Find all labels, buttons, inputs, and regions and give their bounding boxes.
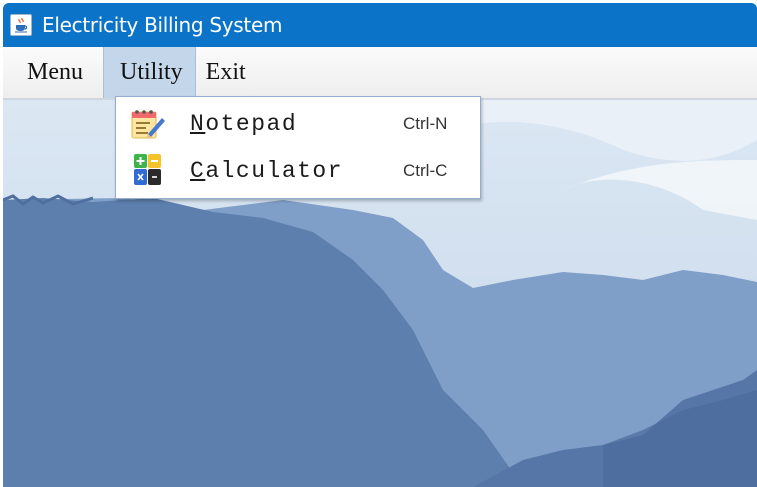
menu-bar: Menu Utility Exit — [3, 47, 757, 99]
menu-item-notepad[interactable]: Notepad Ctrl-N — [116, 101, 480, 147]
window-title: Electricity Billing System — [42, 13, 283, 37]
notepad-label-rest: otepad — [205, 111, 298, 137]
title-bar[interactable]: Electricity Billing System — [3, 3, 757, 47]
utility-dropdown-menu: Notepad Ctrl-N Calculator Ctrl-C — [115, 96, 481, 199]
notepad-mnemonic: N — [190, 111, 206, 137]
menu-exit[interactable]: Exit — [196, 47, 256, 98]
menu-item-notepad-label: Notepad — [190, 111, 297, 137]
calculator-icon — [126, 151, 166, 191]
notepad-shortcut: Ctrl-N — [403, 114, 448, 133]
menu-utility[interactable]: Utility — [103, 47, 196, 98]
app-window: Electricity Billing System Menu Utility … — [3, 3, 757, 487]
menu-item-calculator-label: Calculator — [190, 158, 343, 184]
menu-menu[interactable]: Menu — [3, 47, 103, 98]
menu-item-calculator[interactable]: Calculator Ctrl-C — [116, 148, 480, 194]
java-coffee-cup-icon — [10, 14, 32, 36]
calculator-shortcut: Ctrl-C — [403, 161, 448, 180]
notepad-icon — [126, 104, 166, 144]
calculator-label-rest: alculator — [205, 158, 344, 184]
calculator-mnemonic: C — [190, 158, 206, 184]
